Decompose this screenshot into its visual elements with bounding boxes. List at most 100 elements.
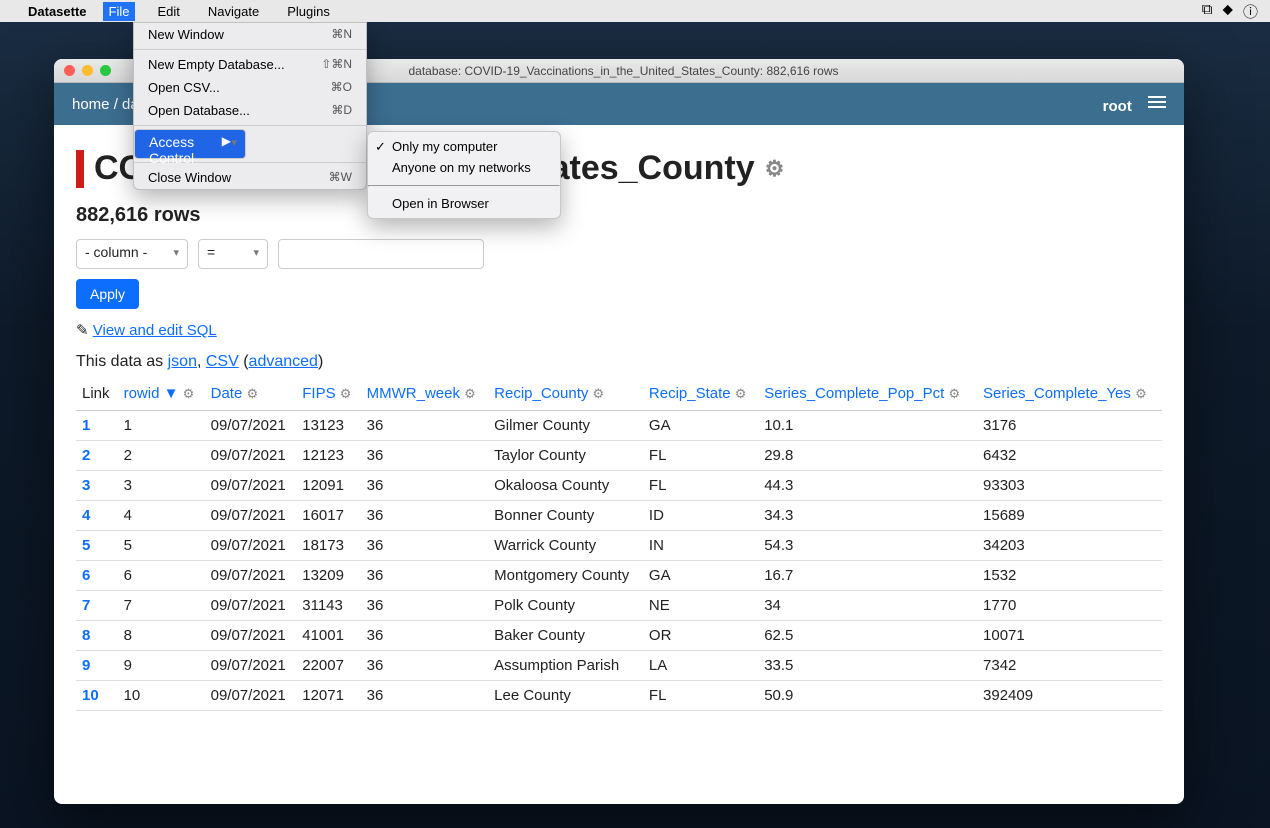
row-link[interactable]: 9	[76, 651, 118, 681]
access-control-submenu: ✓Only my computer Anyone on my networks …	[367, 131, 561, 219]
table-row: 3309/07/20211209136Okaloosa CountyFL44.3…	[76, 471, 1162, 501]
file-menu-dropdown: New Window⌘N New Empty Database...⇧⌘N Op…	[133, 22, 367, 190]
menu-plugins[interactable]: Plugins	[281, 2, 336, 21]
table-cell: 12091	[296, 471, 360, 501]
table-cell: 10	[118, 681, 205, 711]
format-csv[interactable]: CSV	[206, 353, 239, 370]
table-cell: Bonner County	[488, 501, 643, 531]
breadcrumb: home / da	[72, 96, 139, 113]
heading-accent-bar	[76, 150, 84, 188]
gear-icon[interactable]: ⚙	[765, 156, 785, 182]
format-json[interactable]: json	[168, 353, 197, 370]
column-header[interactable]: FIPS ⚙	[296, 379, 360, 411]
current-user[interactable]: root	[1103, 98, 1132, 115]
table-cell: 3176	[977, 411, 1162, 441]
table-cell: 4	[118, 501, 205, 531]
view-sql-link[interactable]: View and edit SQL	[93, 322, 217, 339]
row-link[interactable]: 8	[76, 621, 118, 651]
column-header[interactable]: Date ⚙	[205, 379, 297, 411]
submenu-only-my-computer[interactable]: ✓Only my computer	[368, 136, 560, 157]
table-cell: 7342	[977, 651, 1162, 681]
data-table: Linkrowid ▼ ⚙Date ⚙FIPS ⚙MMWR_week ⚙Reci…	[76, 379, 1162, 711]
row-link[interactable]: 7	[76, 591, 118, 621]
table-cell: GA	[643, 411, 758, 441]
table-cell: 8	[118, 621, 205, 651]
table-cell: 36	[361, 471, 489, 501]
table-cell: Taylor County	[488, 441, 643, 471]
help-icon[interactable]: ⓘ	[1243, 1, 1258, 22]
menu-item-open-database[interactable]: Open Database...⌘D	[134, 99, 366, 122]
row-link[interactable]: 6	[76, 561, 118, 591]
breadcrumb-home[interactable]: home	[72, 96, 110, 113]
hamburger-icon[interactable]	[1148, 93, 1166, 111]
table-cell: 50.9	[758, 681, 977, 711]
table-cell: 36	[361, 561, 489, 591]
menu-file[interactable]: File	[103, 2, 136, 21]
table-cell: 33.5	[758, 651, 977, 681]
table-cell: OR	[643, 621, 758, 651]
menu-item-new-empty-database[interactable]: New Empty Database...⇧⌘N	[134, 53, 366, 76]
format-advanced[interactable]: advanced	[249, 353, 318, 370]
row-link[interactable]: 10	[76, 681, 118, 711]
row-count: 882,616 rows	[76, 204, 1162, 227]
row-link[interactable]: 4	[76, 501, 118, 531]
menu-edit[interactable]: Edit	[151, 2, 185, 21]
column-header[interactable]: MMWR_week ⚙	[361, 379, 489, 411]
table-cell: 1532	[977, 561, 1162, 591]
table-cell: 10.1	[758, 411, 977, 441]
table-cell: 16.7	[758, 561, 977, 591]
dropbox-icon[interactable]: ⬥	[1222, 1, 1233, 22]
operator-select[interactable]: =	[198, 239, 268, 269]
table-cell: 34	[758, 591, 977, 621]
menu-item-new-window[interactable]: New Window⌘N	[134, 23, 366, 46]
table-cell: 7	[118, 591, 205, 621]
table-row: 8809/07/20214100136Baker CountyOR62.5100…	[76, 621, 1162, 651]
menu-item-open-csv[interactable]: Open CSV...⌘O	[134, 76, 366, 99]
column-header[interactable]: Recip_State ⚙	[643, 379, 758, 411]
table-cell: 93303	[977, 471, 1162, 501]
table-cell: 22007	[296, 651, 360, 681]
table-cell: FL	[643, 471, 758, 501]
column-header[interactable]: Series_Complete_Yes ⚙	[977, 379, 1162, 411]
apply-button[interactable]: Apply	[76, 279, 139, 309]
table-cell: 09/07/2021	[205, 411, 297, 441]
column-header[interactable]: Recip_County ⚙	[488, 379, 643, 411]
formats-row: This data as json, CSV (advanced)	[76, 353, 1162, 371]
table-cell: 392409	[977, 681, 1162, 711]
table-cell: 36	[361, 441, 489, 471]
status-icon[interactable]: ⧉	[1202, 1, 1213, 22]
column-select[interactable]: - column -	[76, 239, 188, 269]
table-cell: 36	[361, 621, 489, 651]
table-cell: 13209	[296, 561, 360, 591]
table-row: 1109/07/20211312336Gilmer CountyGA10.131…	[76, 411, 1162, 441]
table-header-row: Linkrowid ▼ ⚙Date ⚙FIPS ⚙MMWR_week ⚙Reci…	[76, 379, 1162, 411]
table-cell: GA	[643, 561, 758, 591]
table-cell: 62.5	[758, 621, 977, 651]
table-cell: Warrick County	[488, 531, 643, 561]
table-cell: 09/07/2021	[205, 441, 297, 471]
table-cell: 36	[361, 591, 489, 621]
table-cell: 41001	[296, 621, 360, 651]
app-name[interactable]: Datasette	[28, 4, 87, 19]
menu-item-close-window[interactable]: Close Window⌘W	[134, 166, 366, 189]
row-link[interactable]: 1	[76, 411, 118, 441]
table-cell: 09/07/2021	[205, 531, 297, 561]
menu-navigate[interactable]: Navigate	[202, 2, 265, 21]
row-link[interactable]: 2	[76, 441, 118, 471]
sql-row: ✎ View and edit SQL	[76, 321, 1162, 339]
row-link[interactable]: 3	[76, 471, 118, 501]
column-header[interactable]: Series_Complete_Pop_Pct ⚙	[758, 379, 977, 411]
value-input[interactable]	[278, 239, 484, 269]
table-cell: 09/07/2021	[205, 621, 297, 651]
column-header[interactable]: Link	[76, 379, 118, 411]
submenu-anyone-networks[interactable]: Anyone on my networks	[368, 157, 560, 178]
table-cell: 18173	[296, 531, 360, 561]
table-cell: 10071	[977, 621, 1162, 651]
table-cell: 5	[118, 531, 205, 561]
row-link[interactable]: 5	[76, 531, 118, 561]
column-header[interactable]: rowid ▼ ⚙	[118, 379, 205, 411]
menubar-status-icons: ⧉ ⬥ ⓘ	[1202, 1, 1258, 22]
checkmark-icon: ✓	[375, 139, 386, 155]
menu-item-access-control[interactable]: Access Control▶	[134, 129, 246, 159]
submenu-open-in-browser[interactable]: Open in Browser	[368, 193, 560, 214]
